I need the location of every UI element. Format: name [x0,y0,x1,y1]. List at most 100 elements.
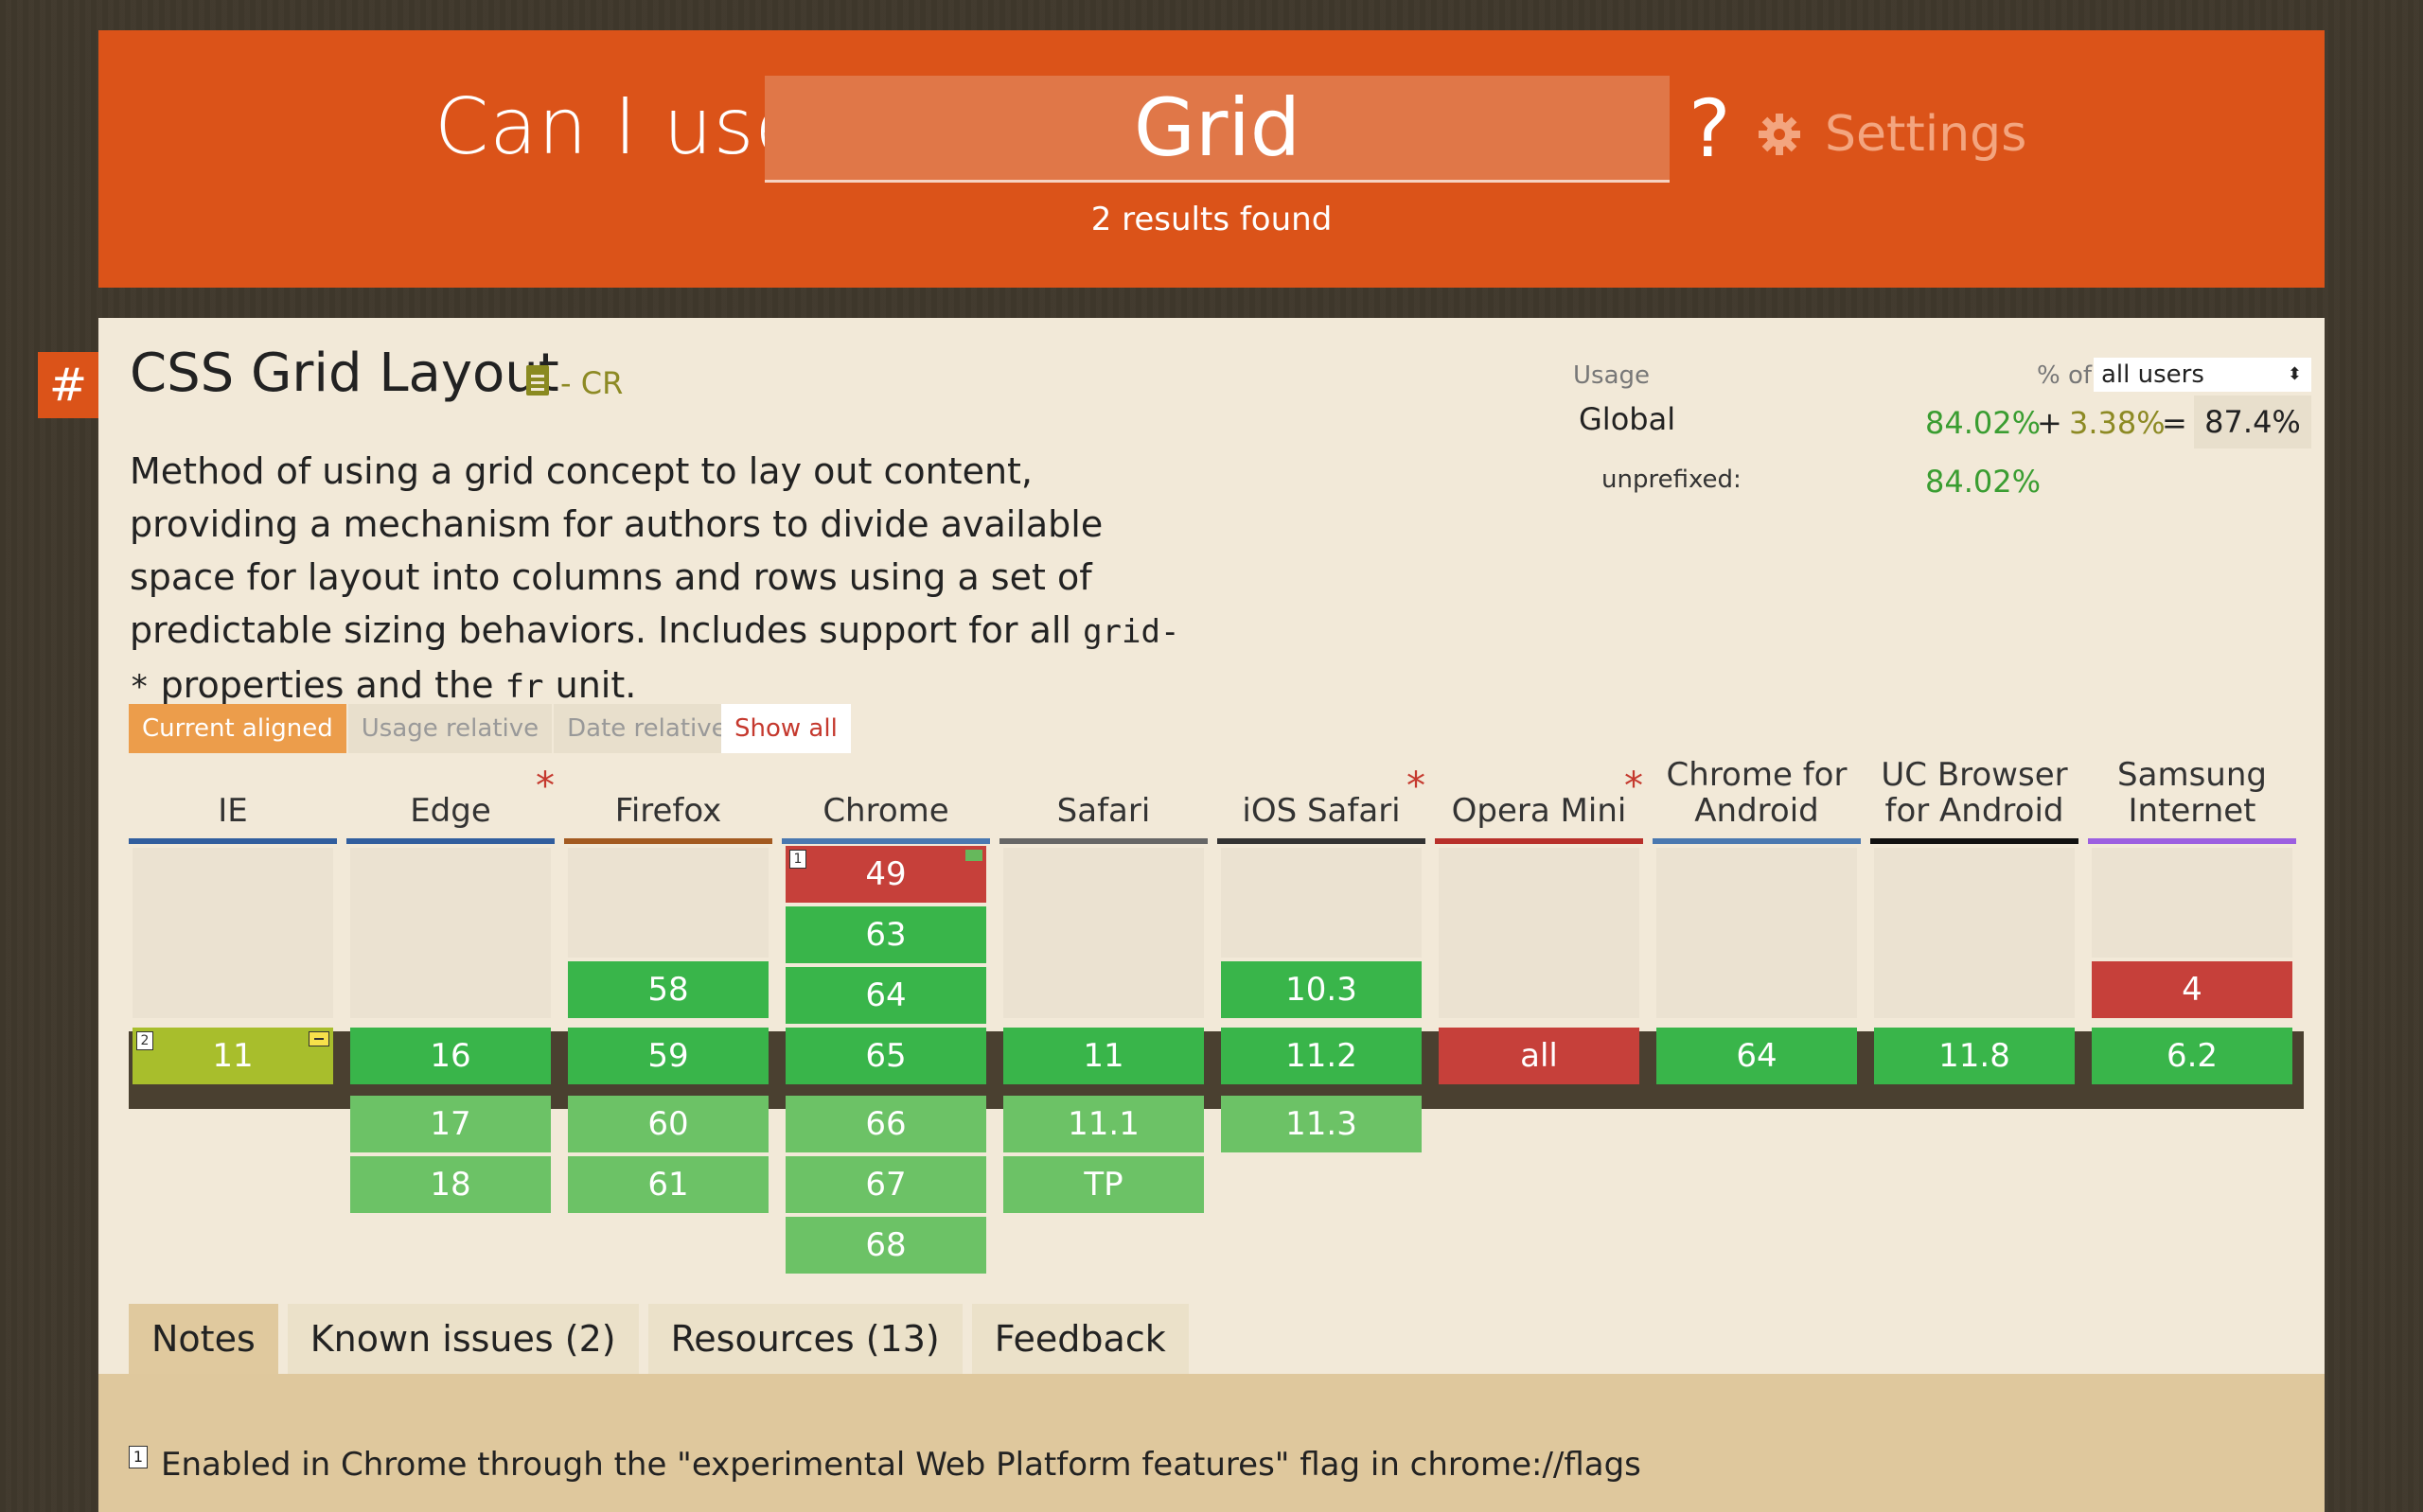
settings-label: Settings [1825,106,2027,163]
version-cell[interactable]: 63 [786,906,986,963]
version-cell[interactable]: 49 1 [786,846,986,903]
version-cell[interactable]: 67 [786,1156,986,1213]
feature-title: CSS Grid Layout [130,343,559,404]
version-cell[interactable]: 61 [568,1156,769,1213]
show-all-button[interactable]: Show all [721,704,851,753]
asterisk-note: * [1624,765,1643,808]
spec-status[interactable]: - CR [560,365,623,401]
feature-anchor-link[interactable]: # [38,352,98,418]
browser-column-edge: Edge * 16 17 18 [346,757,555,1213]
version-cell[interactable]: all [1439,1028,1639,1084]
version-cell[interactable]: 60 [568,1096,769,1152]
spec-document-icon[interactable] [526,365,549,396]
equals-sign: = [2162,405,2187,441]
version-cell[interactable]: 65 [786,1028,986,1084]
tab-feedback[interactable]: Feedback [971,1304,1189,1374]
browser-color-bar [782,838,990,844]
view-date-relative[interactable]: Date relative [554,704,740,753]
empty-cell [2092,848,2292,958]
usage-label: Usage [1573,361,1651,390]
view-usage-relative[interactable]: Usage relative [347,704,553,753]
unprefixed-label: unprefixed: [1601,466,1742,494]
browser-name: Safari [1056,792,1151,830]
browser-column-chrome: Chrome 49 1 63 64 65 66 67 68 [782,757,990,1274]
version-cell[interactable]: 66 [786,1096,986,1152]
empty-cell [1003,848,1204,1018]
browser-color-bar [2088,838,2296,844]
empty-cell [1656,848,1857,1018]
browser-color-bar [999,838,1208,844]
note-number: 1 [129,1446,148,1468]
empty-cell [568,848,769,958]
version-cell[interactable]: 11.1 [1003,1096,1204,1152]
version-cell[interactable]: 64 [1656,1028,1857,1084]
browser-color-bar [1435,838,1643,844]
results-count: 2 results found [1090,201,1333,238]
empty-cell [1874,848,2075,1018]
version-cell[interactable]: 18 [350,1156,551,1213]
browser-column-ie: IE 11 2 [129,757,337,1084]
tab-resources[interactable]: Resources (13) [647,1304,963,1374]
browser-name: UC Browser for Android [1881,756,2068,830]
notes-panel [98,1374,2325,1512]
browser-name: iOS Safari [1242,792,1401,830]
empty-cell [1221,848,1422,958]
version-cell[interactable]: 59 [568,1028,769,1084]
version-cell[interactable]: 64 [786,967,986,1024]
unprefixed-value: 84.02% [1925,464,2042,500]
question-mark: ? [1689,82,1731,175]
version-cell[interactable]: 11.3 [1221,1096,1422,1152]
view-current-aligned[interactable]: Current aligned [129,704,346,753]
version-cell[interactable]: 17 [350,1096,551,1152]
version-cell[interactable]: 68 [786,1217,986,1274]
browser-name: Samsung Internet [2117,756,2267,830]
browser-color-bar [1217,838,1425,844]
browser-name: IE [218,792,248,830]
browser-name: Chrome [822,792,949,830]
version-cell[interactable]: 11 2 [133,1028,333,1084]
version-cell[interactable]: 58 [568,961,769,1018]
browser-color-bar [129,838,337,844]
view-mode-toggle: Current aligned Usage relative Date rela… [129,704,742,753]
tab-notes[interactable]: Notes [129,1304,278,1374]
select-arrows-icon: ⬍ [2287,364,2302,384]
browser-color-bar [564,838,772,844]
site-title: Can I use [434,82,804,172]
tab-known-issues[interactable]: Known issues (2) [287,1304,639,1374]
browser-column-samsung: Samsung Internet 4 6.2 [2088,756,2296,1084]
gear-icon [1759,114,1800,155]
browser-name: Edge [410,792,491,830]
browser-color-bar [1653,838,1861,844]
note-text: Enabled in Chrome through the "experimen… [161,1446,1641,1484]
partial-support-icon [309,1031,329,1046]
version-cell[interactable]: 11.8 [1874,1028,2075,1084]
settings-button[interactable]: Settings [1757,106,2026,163]
browser-column-uc-browser: UC Browser for Android 11.8 [1870,756,2078,1084]
version-cell[interactable]: 4 [2092,961,2292,1018]
global-total: 87.4% [2194,396,2311,448]
empty-cell [1439,848,1639,1018]
note-item: 1 Enabled in Chrome through the "experime… [129,1446,1641,1484]
version-cell[interactable]: 11 [1003,1028,1204,1084]
global-partial: 3.38% [2069,405,2166,441]
info-tabs: Notes Known issues (2) Resources (13) Fe… [129,1304,1198,1374]
browser-name: Opera Mini [1451,792,1627,830]
user-group-select[interactable]: all users ⬍ [2094,358,2311,392]
flag-icon [965,850,982,861]
feature-description: Method of using a grid concept to lay ou… [130,450,1180,706]
version-cell[interactable]: 6.2 [2092,1028,2292,1084]
asterisk-note: * [1406,765,1425,808]
version-cell[interactable]: 10.3 [1221,961,1422,1018]
browser-column-chrome-android: Chrome for Android 64 [1653,756,1861,1084]
version-cell[interactable]: 11.2 [1221,1028,1422,1084]
browser-name: Chrome for Android [1666,756,1848,830]
empty-cell [350,848,551,1018]
version-cell[interactable]: TP [1003,1156,1204,1213]
browser-column-ios-safari: iOS Safari * 10.3 11.2 11.3 [1217,757,1425,1152]
asterisk-note: * [536,765,555,808]
browser-column-opera-mini: Opera Mini * all [1435,757,1643,1084]
note-marker: 1 [789,850,806,869]
version-cell[interactable]: 16 [350,1028,551,1084]
search-input[interactable]: Grid [765,76,1670,183]
browser-column-safari: Safari 11 11.1 TP [999,757,1208,1213]
